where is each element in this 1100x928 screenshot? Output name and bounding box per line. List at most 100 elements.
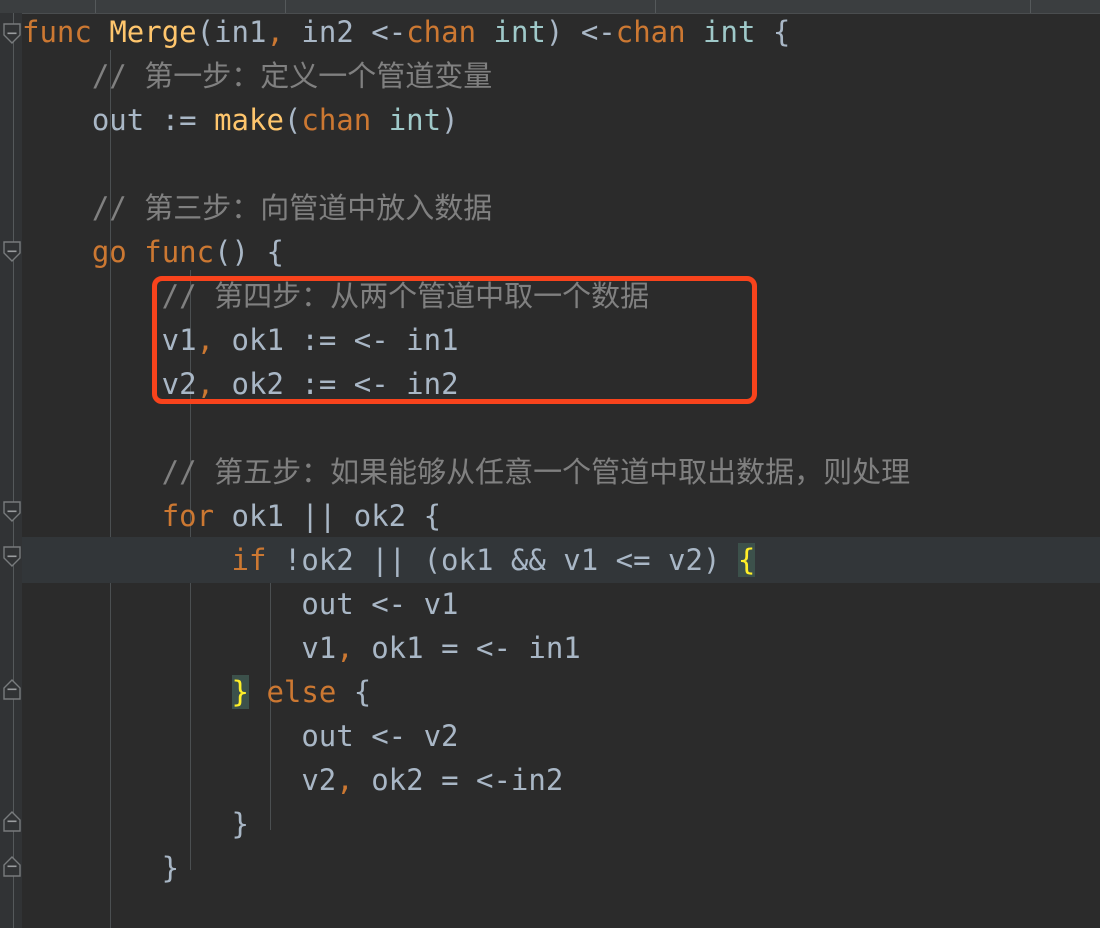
fold-marker-collapse-3[interactable] (2, 545, 24, 569)
code-token: 第三步：向管道中放入数据 (144, 191, 493, 225)
code-token: chan (615, 15, 686, 49)
code-line[interactable]: v2, ok2 := <- in2 (22, 362, 1100, 406)
code-token: in1 (406, 323, 459, 357)
code-token: || (371, 543, 424, 577)
code-token: { (737, 543, 756, 577)
code-token: = <- (441, 631, 529, 665)
code-token: ok2 (353, 763, 442, 797)
code-line[interactable]: if !ok2 || (ok1 && v1 <= v2) { (22, 538, 1100, 582)
code-line[interactable] (22, 142, 1100, 186)
code-line[interactable]: out <- v1 (22, 582, 1100, 626)
code-line[interactable]: v1, ok1 := <- in1 (22, 318, 1100, 362)
code-token: chan (406, 15, 477, 49)
code-token: (ok1 && v1 <= v2) (423, 543, 738, 577)
code-line[interactable]: // 第一步：定义一个管道变量 (22, 54, 1100, 98)
code-token: in2 (406, 367, 459, 401)
fold-marker-collapse-2[interactable] (2, 500, 24, 524)
code-line[interactable]: go func() { (22, 230, 1100, 274)
editor-gutter[interactable] (0, 13, 22, 928)
code-token: !ok2 (266, 543, 372, 577)
code-token: := (161, 103, 215, 137)
code-token: func (22, 15, 92, 49)
code-line[interactable]: out <- v2 (22, 714, 1100, 758)
code-token: } (22, 807, 249, 841)
code-token: chan (301, 103, 372, 137)
code-token: Merge (109, 15, 197, 49)
code-token: } (22, 851, 180, 885)
code-token: ok2 (214, 367, 302, 401)
code-line[interactable]: // 第三步：向管道中放入数据 (22, 186, 1100, 230)
code-token: out (22, 719, 372, 753)
fold-marker-collapse-1[interactable] (2, 240, 24, 264)
code-token: // (22, 59, 145, 93)
code-token: v2 (423, 719, 459, 753)
code-token: // (22, 455, 215, 489)
code-token: in2 (510, 763, 564, 797)
code-editor[interactable]: func Merge ( in1, in2 <- chan int) <- chan i… (0, 0, 1100, 928)
code-token: go (91, 235, 127, 269)
code-token: := <- (301, 367, 407, 401)
code-line[interactable]: } (22, 802, 1100, 846)
code-token: 第五步：如果能够从任意一个管道中取出数据，则处理 (214, 455, 911, 489)
code-token: 第一步：定义一个管道变量 (144, 59, 493, 93)
code-token: ok1 (353, 631, 442, 665)
code-line[interactable]: v1, ok1 = <- in1 (22, 626, 1100, 670)
code-line[interactable]: } else { (22, 670, 1100, 714)
code-line[interactable] (22, 406, 1100, 450)
code-token: int (703, 15, 756, 49)
fold-marker-expand-5[interactable] (2, 810, 24, 834)
code-token: for (161, 499, 215, 533)
code-line[interactable]: // 第五步：如果能够从任意一个管道中取出数据，则处理 (22, 450, 1100, 494)
code-line[interactable]: v2, ok2 = <-in2 (22, 758, 1100, 802)
code-token: , (196, 323, 215, 357)
code-token: , (196, 367, 215, 401)
code-token: int (493, 15, 546, 49)
code-token: int (388, 103, 442, 137)
code-token: v1 (22, 323, 197, 357)
code-token: ) (545, 15, 581, 49)
code-token: in1 (214, 15, 267, 49)
code-area[interactable]: func Merge ( in1, in2 <- chan int) <- chan i… (22, 13, 1100, 928)
code-token: func (144, 235, 215, 269)
code-line[interactable]: out := make(chan int) (22, 98, 1100, 142)
code-token: ( (283, 103, 302, 137)
code-token: else (266, 675, 337, 709)
code-token: , (266, 15, 284, 49)
code-token: v1 (423, 587, 459, 621)
code-line[interactable]: } (22, 846, 1100, 890)
code-token: v2 (22, 763, 337, 797)
code-token: in2 (283, 15, 372, 49)
fold-marker-expand-6[interactable] (2, 855, 24, 879)
code-line[interactable]: func Merge(in1, in2 <-chan int) <-chan i… (22, 10, 1100, 54)
code-line[interactable]: for ok1 || ok2 { (22, 494, 1100, 538)
code-token: make (214, 103, 284, 137)
code-token: <- (371, 587, 424, 621)
code-token: v1 (22, 631, 337, 665)
code-token: // (22, 279, 215, 313)
code-token: () { (214, 235, 284, 269)
code-token: } (231, 675, 249, 709)
fold-marker-collapse-0[interactable] (2, 22, 24, 46)
code-token: if (231, 543, 267, 577)
code-token: { (755, 15, 791, 49)
code-token: ) (441, 103, 459, 137)
fold-marker-expand-4[interactable] (2, 678, 24, 702)
code-token: ok1 (214, 323, 302, 357)
code-token: <- (371, 719, 424, 753)
code-token: // (22, 191, 145, 225)
code-token: ok1 || ok2 { (214, 499, 442, 533)
code-token: { (336, 675, 372, 709)
code-token: out (22, 103, 162, 137)
gutter-vertical-rule (13, 13, 14, 928)
code-line[interactable]: // 第四步：从两个管道中取一个数据 (22, 274, 1100, 318)
code-token: , (336, 763, 354, 797)
